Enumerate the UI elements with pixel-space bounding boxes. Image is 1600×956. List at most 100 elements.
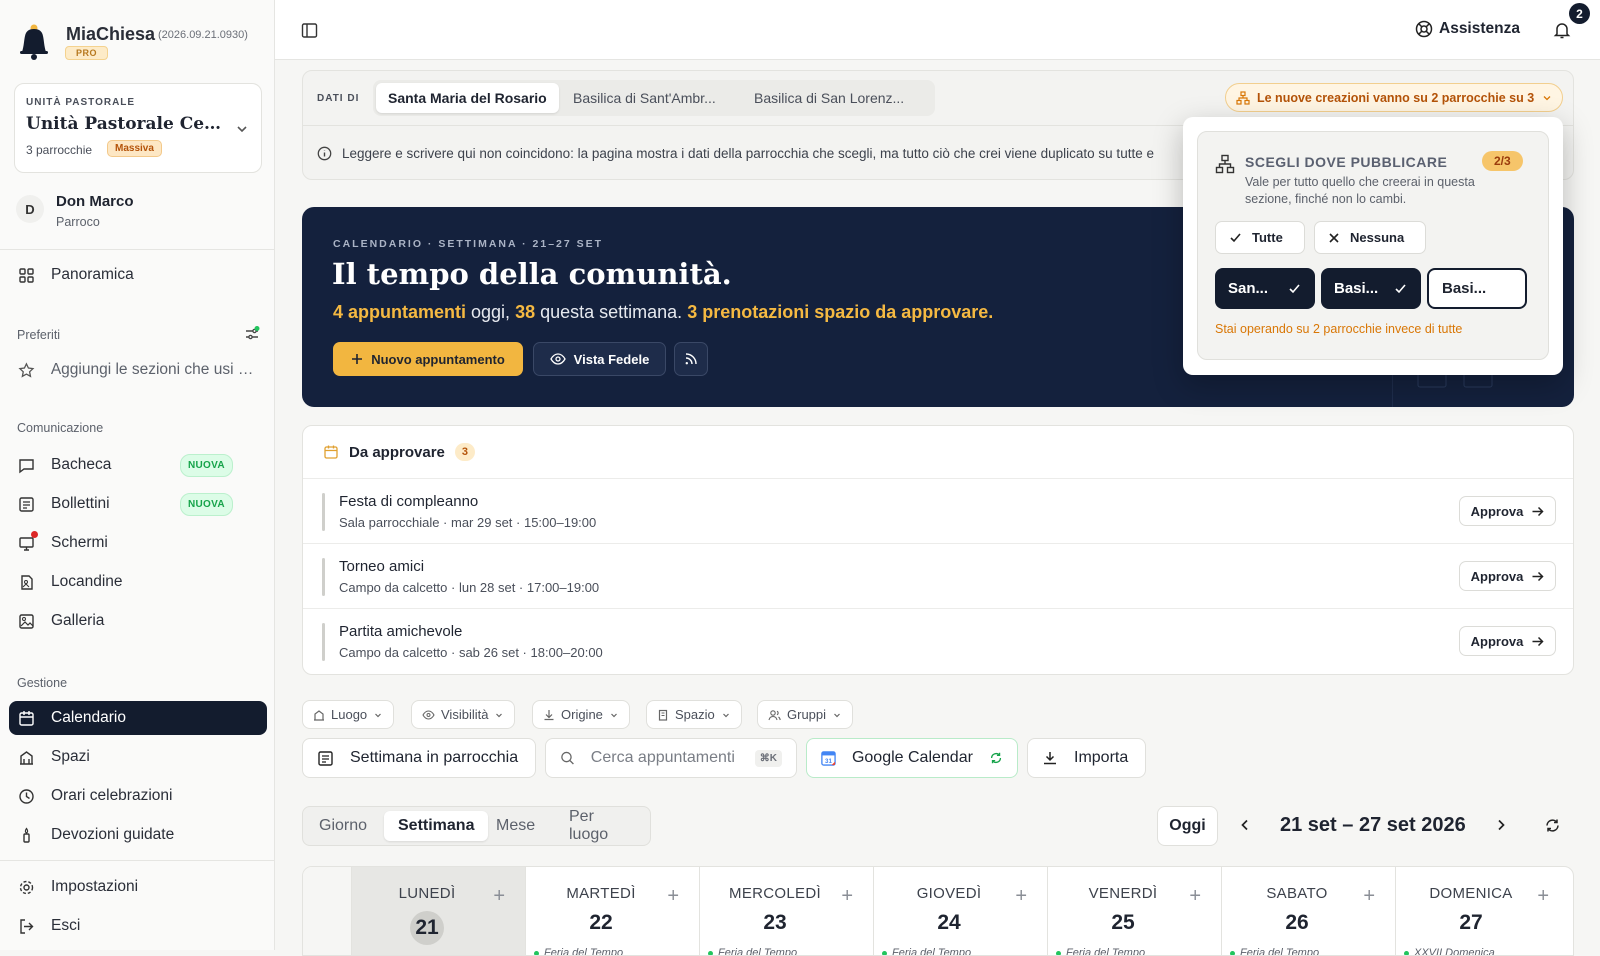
add-event-button[interactable]: + [667, 885, 679, 908]
sidebar-item-label: Esci [51, 917, 81, 934]
sidebar-item-label: Galleria [51, 612, 105, 629]
filter-visibilita[interactable]: Visibilità [411, 700, 516, 729]
day-name: MERCOLEDÌ [729, 885, 821, 902]
add-event-button[interactable]: + [1363, 885, 1375, 908]
check-icon [1395, 284, 1406, 294]
unit-selector[interactable]: UNITÀ PASTORALE Unità Pastorale Centro S… [14, 83, 262, 173]
approval-row: Torneo amici Campo da calcetto · lun 28 … [303, 544, 1573, 609]
sidebar-item-label: Impostazioni [51, 878, 139, 895]
add-event-button[interactable]: + [1189, 885, 1201, 908]
sidebar-item-panoramica[interactable]: Panoramica [9, 258, 267, 292]
approvals-count: 3 [454, 443, 475, 461]
filter-gruppi[interactable]: Gruppi [757, 700, 854, 729]
sidebar-item-galleria[interactable]: Galleria [9, 604, 267, 638]
approve-button[interactable]: Approva [1459, 626, 1556, 656]
tab-parish-3[interactable]: Basilica di San Lorenz... [742, 83, 916, 113]
week-in-parish-button[interactable]: Settimana in parrocchia [302, 738, 536, 778]
add-event-button[interactable]: + [1537, 885, 1549, 908]
new-badge: NUOVA [180, 493, 233, 516]
tab-settimana[interactable]: Settimana [384, 811, 489, 841]
arrow-right-icon [1532, 571, 1544, 581]
favorites-add-hint[interactable]: Aggiungi le sezioni che usi di più [9, 353, 259, 387]
filter-origine[interactable]: Origine [532, 700, 630, 729]
sidebar-item-label: Spazi [51, 748, 90, 765]
chevron-left-icon[interactable] [1238, 818, 1252, 832]
tab-giorno[interactable]: Giorno [305, 811, 381, 841]
day-column[interactable]: SABATO + 26 Feria del Tempo [1221, 867, 1395, 955]
sliders-icon[interactable] [244, 326, 260, 342]
sidebar-item-impostazioni[interactable]: Impostazioni [9, 870, 267, 904]
info-text: Leggere e scrivere qui non coincidono: l… [342, 145, 1154, 161]
approve-button[interactable]: Approva [1459, 561, 1556, 591]
import-button[interactable]: Importa [1027, 738, 1146, 778]
sidebar-item-label: Calendario [51, 709, 126, 726]
select-all-button[interactable]: Tutte [1215, 221, 1305, 254]
sync-icon[interactable] [989, 750, 1003, 766]
download-icon [1044, 752, 1056, 765]
bell-icon[interactable] [1553, 21, 1571, 39]
add-event-button[interactable]: + [493, 885, 505, 908]
help-button[interactable]: Assistenza [1415, 20, 1520, 38]
refresh-icon[interactable] [1544, 817, 1561, 834]
day-column[interactable]: DOMENICA + 27 XXVII Domenica [1395, 867, 1569, 955]
sidebar-item-devozioni-guidate[interactable]: Devozioni guidate [9, 818, 267, 852]
section-label-gestione: Gestione [17, 676, 68, 690]
plan-badge: PRO [65, 46, 109, 60]
check-icon [1289, 284, 1300, 294]
tab-parish-2[interactable]: Basilica di Sant'Ambr... [561, 83, 728, 113]
lifebuoy-icon [1415, 20, 1433, 38]
faithful-view-button[interactable]: Vista Fedele [533, 342, 666, 376]
pending-count: 3 prenotazioni spazio da approvare. [687, 302, 994, 322]
sidebar-item-esci[interactable]: Esci [9, 909, 267, 943]
google-calendar-button[interactable]: 31 Google Calendar [806, 738, 1018, 778]
unit-eyebrow: UNITÀ PASTORALE [26, 97, 136, 108]
sidebar-item-schermi[interactable]: Schermi [9, 526, 267, 560]
filter-spazio[interactable]: Spazio [646, 700, 742, 729]
tab-mese[interactable]: Mese [482, 811, 549, 841]
tab-per-luogo[interactable]: Per luogo [555, 808, 650, 843]
sidebar-toggle-icon[interactable] [301, 22, 318, 39]
day-column[interactable]: MERCOLEDÌ + 23 Feria del Tempo [699, 867, 873, 955]
app-name: MiaChiesa [66, 24, 156, 44]
select-none-button[interactable]: Nessuna [1314, 221, 1426, 254]
sidebar-item-spazi[interactable]: Spazi [9, 740, 267, 774]
tab-parish-1[interactable]: Santa Maria del Rosario [376, 83, 559, 113]
day-column[interactable]: MARTEDÌ + 22 Feria del Tempo [525, 867, 699, 955]
sidebar-item-label: Devozioni guidate [51, 826, 175, 843]
sidebar-item-calendario[interactable]: Calendario [9, 701, 267, 735]
plus-icon [352, 354, 363, 364]
publish-target-pill[interactable]: Le nuove creazioni vanno su 2 parrocchie… [1225, 83, 1563, 112]
today-button[interactable]: Oggi [1157, 806, 1218, 846]
today-number: 21 [410, 911, 444, 945]
date-range: 21 set – 27 set 2026 [1280, 814, 1466, 836]
sidebar-item-locandine[interactable]: Locandine [9, 565, 267, 599]
sidebar-item-label: Aggiungi le sezioni che usi di più [50, 361, 259, 378]
filter-luogo[interactable]: Luogo [302, 700, 395, 729]
liturgical-tag: Feria del Tempo [1055, 947, 1145, 955]
hero-summary: 4 appuntamenti oggi, 38 questa settimana… [333, 302, 993, 323]
parish-toggle-3[interactable]: Basi... [1427, 268, 1527, 309]
chevron-down-icon [834, 713, 840, 717]
button-label: Nuovo appuntamento [371, 351, 505, 367]
day-column[interactable]: VENERDÌ + 25 Feria del Tempo [1047, 867, 1221, 955]
add-event-button[interactable]: + [1015, 885, 1027, 908]
chevron-right-icon[interactable] [1494, 818, 1508, 832]
sidebar-item-orari-celebrazioni[interactable]: Orari celebrazioni [9, 779, 267, 813]
add-event-button[interactable]: + [841, 885, 853, 908]
new-appointment-button[interactable]: Nuovo appuntamento [333, 342, 523, 376]
approve-button[interactable]: Approva [1459, 496, 1556, 526]
network-icon [1236, 90, 1250, 105]
app-logo[interactable] [16, 20, 52, 64]
parish-toggle-1[interactable]: San... [1215, 268, 1315, 309]
week-count: 38 [515, 302, 536, 322]
day-column[interactable]: LUNEDÌ + 21 [351, 867, 525, 955]
search-input[interactable]: Cerca appuntamenti ⌘K [545, 738, 797, 778]
candle-icon [23, 826, 30, 843]
notification-dot [31, 531, 38, 538]
day-column[interactable]: GIOVEDÌ + 24 Feria del Tempo [873, 867, 1047, 955]
massiva-badge: Massiva [107, 140, 162, 157]
rss-button[interactable] [674, 342, 708, 376]
parish-toggle-2[interactable]: Basi... [1321, 268, 1421, 309]
day-name: MARTEDÌ [566, 885, 636, 902]
row-accent [322, 493, 325, 531]
